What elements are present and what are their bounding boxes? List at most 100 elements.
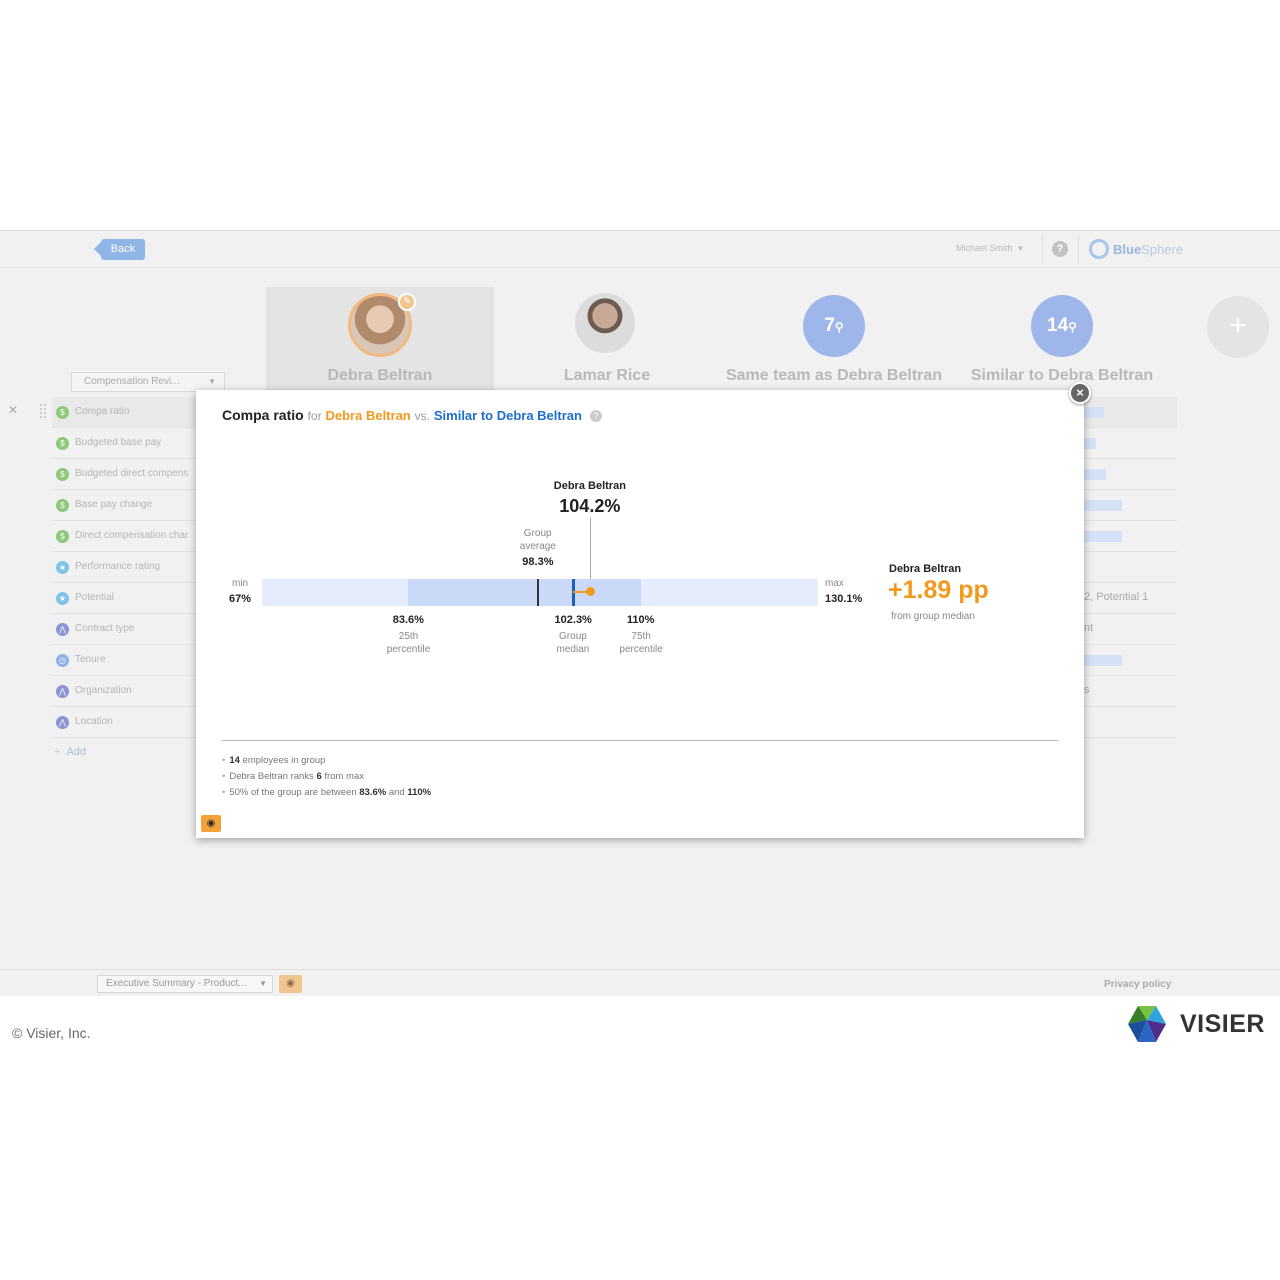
profile-name: Same team as Debra Beltran [725,367,943,384]
median-label: median [556,644,590,655]
brand-blue: Blue [1113,241,1142,257]
caret-down-icon: ▼ [1016,244,1025,253]
star-icon: ★ [56,561,69,574]
visier-logo: VISIER [1128,1006,1265,1042]
add-profile-button[interactable]: + [1207,296,1269,358]
p25-label: percentile [386,644,431,655]
avg-value-label: 98.3% [522,556,554,568]
value-bar [1084,438,1096,449]
min-value-label: 67% [229,593,252,605]
help-icon[interactable]: ? [1052,241,1068,257]
avg-label: average [519,541,556,552]
profile-name: Similar to Debra Beltran [970,367,1154,384]
back-button[interactable]: Back [94,239,145,260]
metric-value: s [1084,684,1090,696]
employee-value-label: 104.2% [559,496,621,516]
caret-down-icon: ▼ [208,377,216,386]
metric-value: 2, Potential 1 [1084,591,1149,603]
bluesphere-ring-icon [1089,239,1109,259]
profile-lamar-rice[interactable]: Lamar Rice [493,287,721,391]
remove-row-icon[interactable]: ✕ [8,403,18,417]
p25-value-label: 83.6% [392,614,424,626]
group-count-badge: 14⚲ [1031,295,1093,357]
caret-down-icon: ▼ [259,979,267,988]
metric-label: Budgeted base pay [75,437,162,448]
delta-caption: from group median [891,611,975,622]
dollar-icon: $ [56,499,69,512]
drag-handle-icon[interactable] [40,404,46,418]
employee-name-label: Debra Beltran [553,480,626,492]
metric-label: Organization [75,685,132,696]
close-dialog-button[interactable]: × [1069,382,1091,404]
min-label: min [232,578,249,589]
note-value: 14 [229,755,240,766]
title-metric: Compa ratio [222,407,304,423]
metric-label: Budgeted direct compens [75,468,189,479]
user-menu[interactable]: Michael Smith ▼ [956,243,1024,253]
visier-wordmark: VISIER [1180,1009,1265,1038]
p75-label: 75th [631,631,651,642]
title-group: Similar to Debra Beltran [433,408,582,423]
bluesphere-logo: BlueSphere [1089,239,1183,259]
camera-icon[interactable]: ◉ [201,815,221,832]
group-count: 14 [1047,315,1069,336]
profile-similar[interactable]: 14⚲ Similar to Debra Beltran [948,287,1176,391]
divider [1078,235,1079,264]
note-value: 110% [407,787,432,798]
hierarchy-icon: ⋀ [56,623,69,636]
max-value-label: 130.1% [825,593,863,605]
top-bar: Back Michael Smith ▼ ? BlueSphere [0,231,1280,268]
value-bar [1084,655,1122,666]
p75-value-label: 110% [626,614,655,626]
plus-icon: + [54,746,61,758]
help-icon[interactable]: ? [589,410,602,422]
note-text: and [388,787,405,798]
metric-label: Tenure [75,654,106,665]
metric-label: Potential [75,592,114,603]
metric-label: Direct compensation char [75,530,189,541]
select-value: Executive Summary - Product... [106,978,247,989]
note-text: employees in group [242,755,326,766]
value-bar [1084,407,1104,418]
note-text: Debra Beltran ranks [229,771,314,782]
group-count: 7 [824,315,835,336]
camera-icon[interactable]: ◉ [279,975,302,993]
footer-bar: Executive Summary - Product... ▼ ◉ Privac… [0,969,1280,996]
median-value-label: 102.3% [554,614,592,626]
median-label: Group [559,631,587,642]
compa-ratio-dialog: Compa ratio for Debra Beltran vs. Simila… [196,390,1084,838]
delta-value: +1.89 pp [888,576,989,604]
title-employee: Debra Beltran [325,408,411,423]
pin-icon[interactable]: ✎ [398,293,416,311]
person-icon: ⚲ [1068,320,1077,334]
privacy-policy-link[interactable]: Privacy policy [1104,979,1171,990]
visier-mark-icon [1128,1006,1166,1042]
compensation-select[interactable]: Compensation Revi... ▼ [71,372,225,392]
profile-debra-beltran[interactable]: ✎ Debra Beltran [266,287,494,391]
max-label: max [825,578,844,589]
dollar-icon: $ [56,406,69,419]
copyright-text: © Visier, Inc. [12,1025,91,1041]
profile-same-team[interactable]: 7⚲ Same team as Debra Beltran [720,287,948,391]
hierarchy-icon: ⋀ [56,716,69,729]
average-marker [536,579,539,606]
group-count-badge: 7⚲ [803,295,865,357]
metric-label: Performance rating [75,561,161,572]
note-range: • 50% of the group are between 83.6% and … [222,787,432,798]
value-bar [1084,500,1122,511]
brand-sphere: Sphere [1141,241,1184,257]
add-metric-button[interactable]: + Add [54,746,86,758]
metric-label: Base pay change [75,499,153,510]
divider [1042,235,1043,264]
note-rank: • Debra Beltran ranks 6 from max [222,771,364,782]
hierarchy-icon: ⋀ [56,685,69,698]
p25-label: 25th [398,631,419,642]
dashboard-select[interactable]: Executive Summary - Product... ▼ [97,975,273,993]
dollar-icon: $ [56,530,69,543]
dialog-title: Compa ratio for Debra Beltran vs. Simila… [222,407,602,423]
divider [222,740,1058,741]
user-name: Michael Smith [956,243,1013,253]
value-bar [1084,469,1106,480]
star-icon: ★ [56,592,69,605]
dollar-icon: $ [56,437,69,450]
